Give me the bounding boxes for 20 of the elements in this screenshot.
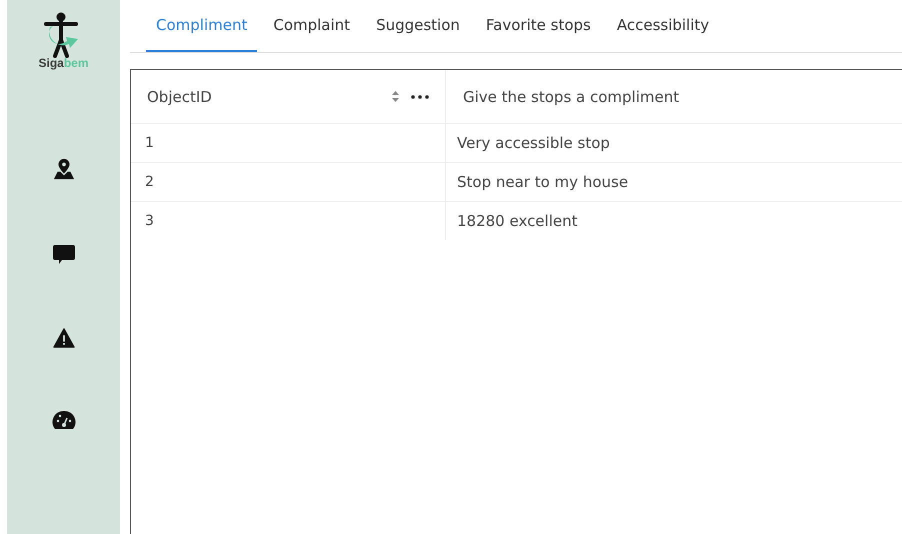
- table-cell: 3: [145, 213, 154, 229]
- table-cell: 2: [145, 174, 154, 190]
- sort-icon[interactable]: [392, 91, 399, 102]
- table-cell: Very accessible stop: [457, 134, 610, 152]
- logo-text: Sigabem: [38, 56, 89, 70]
- more-icon[interactable]: [411, 94, 429, 98]
- table-cell: 1: [145, 135, 154, 151]
- warning-icon[interactable]: [52, 328, 74, 348]
- column-header[interactable]: ObjectID: [147, 88, 392, 106]
- tab[interactable]: Complaint: [263, 0, 360, 52]
- chat-icon[interactable]: [52, 242, 76, 266]
- gauge-icon[interactable]: [52, 410, 76, 430]
- tab[interactable]: Compliment: [146, 0, 258, 52]
- table-cell: Stop near to my house: [457, 173, 628, 191]
- tab[interactable]: Favorite stops: [476, 0, 601, 52]
- column-header[interactable]: Give the stops a compliment: [463, 88, 680, 106]
- map-pin-icon[interactable]: [52, 158, 74, 180]
- table-cell: 18280 excellent: [457, 212, 578, 230]
- tab[interactable]: Accessibility: [606, 0, 720, 52]
- tab[interactable]: Suggestion: [366, 0, 470, 52]
